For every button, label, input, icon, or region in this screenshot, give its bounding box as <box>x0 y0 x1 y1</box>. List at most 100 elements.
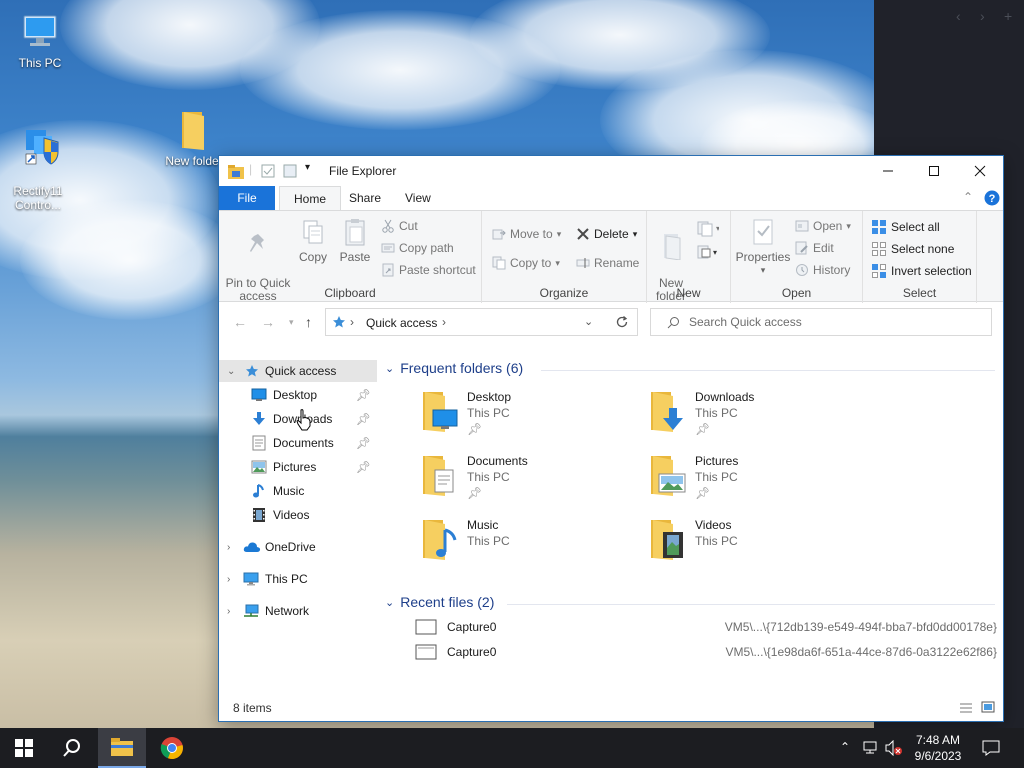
rename-button[interactable]: Rename <box>576 256 639 270</box>
section-chevron-icon[interactable]: ⌄ <box>385 596 394 609</box>
close-button[interactable] <box>957 156 1003 186</box>
paste-shortcut-button[interactable]: Paste shortcut <box>381 263 476 277</box>
nav-quick-access[interactable]: ⌄ Quick access <box>219 360 377 382</box>
recent-files-header[interactable]: ⌄ Recent files (2) <box>385 594 494 610</box>
tab-view[interactable]: View <box>391 186 445 210</box>
nav-onedrive[interactable]: › OneDrive <box>219 536 377 558</box>
nav-item-desktop[interactable]: Desktop 📌︎ <box>219 384 377 406</box>
frequent-folders-header[interactable]: ⌄ Frequent folders (6) <box>385 360 523 376</box>
folder-tile-music[interactable]: Music This PC <box>419 516 619 572</box>
folder-tile-pictures[interactable]: Pictures This PC 📌︎ <box>647 452 847 508</box>
details-view-icon[interactable] <box>959 702 973 714</box>
clock-time: 7:48 AM <box>915 733 961 747</box>
collapsed-chevron-icon[interactable]: › <box>227 606 230 617</box>
properties-button[interactable]: Properties ▾ <box>735 217 791 277</box>
nav-item-pictures[interactable]: Pictures 📌︎ <box>219 456 377 478</box>
title-bar[interactable]: | ▾ File Explorer <box>219 156 1003 186</box>
nav-item-videos[interactable]: Videos <box>219 504 377 526</box>
network-status-icon[interactable] <box>862 740 880 756</box>
recent-file-row[interactable]: Capture0 VM5\...\{712db139-e549-494f-bba… <box>411 616 1001 638</box>
nav-label: Desktop <box>273 388 318 402</box>
documents-folder-icon <box>423 456 454 496</box>
pin-icon[interactable]: 📌︎ <box>356 436 371 450</box>
edit-button[interactable]: Edit <box>795 241 834 255</box>
breadcrumb-quick-access[interactable]: Quick access <box>366 316 437 330</box>
taskbar-file-explorer[interactable] <box>98 728 146 768</box>
open-button[interactable]: Open ▾ <box>795 219 851 233</box>
downloads-folder-icon <box>651 392 683 432</box>
group-label-clipboard: Clipboard <box>324 286 376 300</box>
tab-file[interactable]: File <box>219 186 275 210</box>
cut-button[interactable]: Cut <box>381 219 418 233</box>
paste-button[interactable]: Paste <box>337 217 373 264</box>
pin-icon[interactable]: 📌︎ <box>356 460 371 474</box>
properties-icon <box>753 219 773 245</box>
nav-label: Music <box>273 484 305 498</box>
help-icon[interactable]: ? <box>984 190 1000 206</box>
tab-home[interactable]: Home <box>279 186 342 210</box>
delete-button[interactable]: Delete ▾ <box>576 227 637 241</box>
invert-selection-button[interactable]: Invert selection <box>871 263 972 279</box>
folder-tile-documents[interactable]: Documents This PC 📌︎ <box>419 452 619 508</box>
desktop-icon-rectify11[interactable]: Rectify11 Contro... <box>2 110 74 212</box>
recent-file-row[interactable]: Capture0 VM5\...\{1e98da6f-651a-44ce-87d… <box>411 641 1001 663</box>
folder-tile-desktop[interactable]: Desktop This PC 📌︎ <box>419 388 619 444</box>
tab-share[interactable]: Share <box>335 186 395 210</box>
collapsed-chevron-icon[interactable]: › <box>227 574 230 585</box>
nav-this-pc[interactable]: › This PC <box>219 568 377 590</box>
new-item-icon[interactable]: ▾ <box>697 221 719 237</box>
collapsed-chevron-icon[interactable]: › <box>227 542 230 553</box>
properties-qat-icon[interactable] <box>261 164 275 178</box>
new-folder-qat-icon[interactable] <box>283 164 297 178</box>
show-hidden-icons-chevron-icon[interactable]: ⌃ <box>840 740 850 754</box>
properties-label: Properties <box>735 250 791 264</box>
volume-muted-icon[interactable] <box>884 740 904 756</box>
up-arrow-icon[interactable]: ↑ <box>305 314 312 330</box>
collapse-ribbon-chevron-icon[interactable]: ⌃ <box>963 190 973 204</box>
copy-path-button[interactable]: Copy path <box>381 241 454 255</box>
select-none-button[interactable]: Select none <box>871 241 954 257</box>
pin-icon[interactable]: 📌︎ <box>356 412 371 426</box>
file-path: VM5\...\{712db139-e549-494f-bba7-bfd0dd0… <box>724 620 997 634</box>
search-button[interactable] <box>48 728 96 768</box>
breadcrumb-separator-icon[interactable]: › <box>350 315 354 329</box>
ribbon: Pin to Quick access Copy Paste Cut Copy … <box>219 210 1003 303</box>
pictures-icon <box>251 460 267 474</box>
maximize-button[interactable] <box>911 156 957 186</box>
address-dropdown-chevron-icon[interactable]: ⌄ <box>584 315 593 328</box>
ribbon-group-select: Select all Select none Invert selection … <box>863 211 977 303</box>
customize-qat-chevron-icon[interactable]: ▾ <box>305 162 310 173</box>
system-clock[interactable]: 7:48 AM 9/6/2023 <box>902 732 974 764</box>
section-chevron-icon[interactable]: ⌄ <box>385 362 394 375</box>
start-button[interactable] <box>0 728 48 768</box>
desktop-icon-this-pc[interactable]: This PC <box>4 12 76 70</box>
folder-location: This PC <box>467 534 510 548</box>
copy-button[interactable]: Copy <box>295 217 331 264</box>
refresh-button[interactable] <box>607 308 638 336</box>
pin-icon[interactable]: 📌︎ <box>356 388 371 402</box>
minimize-button[interactable] <box>865 156 911 186</box>
taskbar-chrome[interactable] <box>148 728 196 768</box>
nav-item-documents[interactable]: Documents 📌︎ <box>219 432 377 454</box>
address-bar[interactable]: › Quick access › ⌄ <box>325 308 638 336</box>
search-box[interactable] <box>650 308 992 336</box>
expanded-chevron-icon[interactable]: ⌄ <box>227 366 235 377</box>
folder-name: Music <box>467 518 499 532</box>
search-input[interactable] <box>689 314 979 330</box>
nav-label: Documents <box>273 436 334 450</box>
history-button[interactable]: History <box>795 263 850 277</box>
back-arrow-icon[interactable]: ← <box>233 314 247 330</box>
select-all-button[interactable]: Select all <box>871 219 940 235</box>
folder-tile-videos[interactable]: Videos This PC <box>647 516 847 572</box>
nav-network[interactable]: › Network <box>219 600 377 622</box>
easy-access-icon[interactable]: ▾ <box>697 245 719 261</box>
copy-to-button[interactable]: Copy to ▾ <box>492 256 560 270</box>
notifications-icon[interactable] <box>982 740 1000 756</box>
large-icons-view-icon[interactable] <box>981 701 995 714</box>
forward-arrow-icon[interactable]: → <box>261 314 275 330</box>
recent-locations-chevron-icon[interactable]: ▾ <box>289 317 294 328</box>
nav-item-music[interactable]: Music <box>219 480 377 502</box>
folder-tile-downloads[interactable]: Downloads This PC 📌︎ <box>647 388 847 444</box>
breadcrumb-separator-icon[interactable]: › <box>442 315 446 329</box>
move-to-button[interactable]: Move to ▾ <box>492 227 561 241</box>
